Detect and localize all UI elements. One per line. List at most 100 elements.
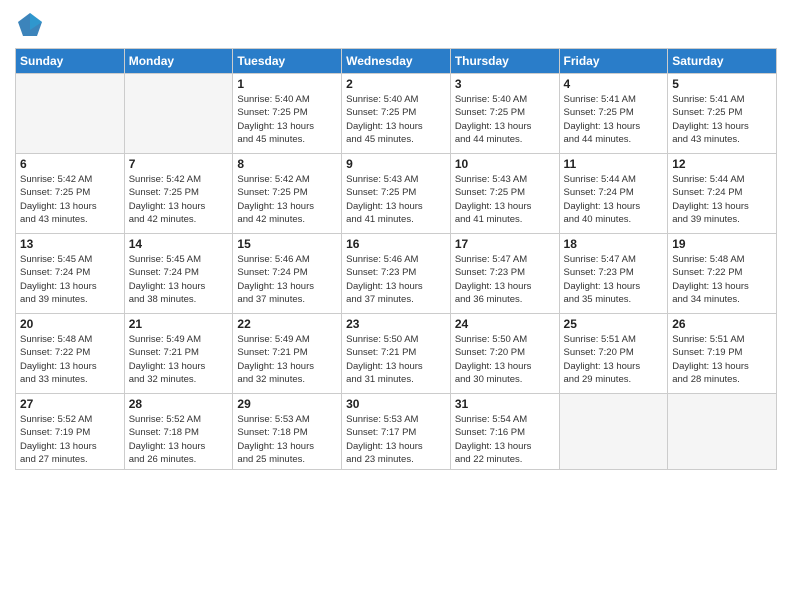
cell-info: Sunrise: 5:40 AM Sunset: 7:25 PM Dayligh…	[237, 93, 337, 146]
day-number: 2	[346, 77, 446, 91]
calendar-cell: 7 Sunrise: 5:42 AM Sunset: 7:25 PM Daylig…	[124, 154, 233, 234]
calendar-cell: 16 Sunrise: 5:46 AM Sunset: 7:23 PM Dayli…	[342, 234, 451, 314]
calendar-cell: 23Sunrise: 5:50 AM Sunset: 7:21 PM Dayli…	[342, 314, 451, 394]
day-number: 11	[564, 157, 664, 171]
day-number: 28	[129, 397, 229, 411]
weekday-header: Tuesday	[233, 49, 342, 74]
cell-info: Sunrise: 5:45 AM Sunset: 7:24 PM Dayligh…	[129, 253, 229, 306]
calendar-cell: 24 Sunrise: 5:50 AM Sunset: 7:20 PM Dayli…	[450, 314, 559, 394]
calendar-cell: 15 Sunrise: 5:46 AM Sunset: 7:24 PM Dayli…	[233, 234, 342, 314]
calendar-cell: 1 Sunrise: 5:40 AM Sunset: 7:25 PM Daylig…	[233, 74, 342, 154]
cell-info: Sunrise: 5:46 AM Sunset: 7:24 PM Dayligh…	[237, 253, 337, 306]
day-number: 19	[672, 237, 772, 251]
calendar: SundayMondayTuesdayWednesdayThursdayFrid…	[15, 48, 777, 470]
day-number: 15	[237, 237, 337, 251]
cell-info: Sunrise: 5:48 AM Sunset: 7:22 PM Dayligh…	[672, 253, 772, 306]
day-number: 30	[346, 397, 446, 411]
calendar-cell: 18 Sunrise: 5:47 AM Sunset: 7:23 PM Dayli…	[559, 234, 668, 314]
weekday-header: Friday	[559, 49, 668, 74]
weekday-header: Wednesday	[342, 49, 451, 74]
calendar-cell	[668, 394, 777, 470]
cell-info: Sunrise: 5:49 AM Sunset: 7:21 PM Dayligh…	[129, 333, 229, 386]
cell-info: Sunrise: 5:45 AM Sunset: 7:24 PM Dayligh…	[20, 253, 120, 306]
calendar-week-row: 6 Sunrise: 5:42 AM Sunset: 7:25 PM Daylig…	[16, 154, 777, 234]
cell-info: Sunrise: 5:53 AM Sunset: 7:18 PM Dayligh…	[237, 413, 337, 466]
cell-info: Sunrise: 5:40 AM Sunset: 7:25 PM Dayligh…	[346, 93, 446, 146]
logo	[15, 10, 49, 40]
calendar-cell	[559, 394, 668, 470]
calendar-cell: 14 Sunrise: 5:45 AM Sunset: 7:24 PM Dayli…	[124, 234, 233, 314]
calendar-cell: 6 Sunrise: 5:42 AM Sunset: 7:25 PM Daylig…	[16, 154, 125, 234]
day-number: 13	[20, 237, 120, 251]
day-number: 5	[672, 77, 772, 91]
cell-info: Sunrise: 5:47 AM Sunset: 7:23 PM Dayligh…	[455, 253, 555, 306]
day-number: 26	[672, 317, 772, 331]
day-number: 4	[564, 77, 664, 91]
day-number: 22	[237, 317, 337, 331]
calendar-week-row: 20Sunrise: 5:48 AM Sunset: 7:22 PM Dayli…	[16, 314, 777, 394]
day-number: 20	[20, 317, 120, 331]
calendar-cell: 26 Sunrise: 5:51 AM Sunset: 7:19 PM Dayli…	[668, 314, 777, 394]
calendar-week-row: 1 Sunrise: 5:40 AM Sunset: 7:25 PM Daylig…	[16, 74, 777, 154]
day-number: 24	[455, 317, 555, 331]
logo-icon	[15, 10, 45, 40]
calendar-cell: 8Sunrise: 5:42 AM Sunset: 7:25 PM Daylig…	[233, 154, 342, 234]
calendar-cell: 29 Sunrise: 5:53 AM Sunset: 7:18 PM Dayli…	[233, 394, 342, 470]
day-number: 21	[129, 317, 229, 331]
day-number: 6	[20, 157, 120, 171]
day-number: 8	[237, 157, 337, 171]
cell-info: Sunrise: 5:43 AM Sunset: 7:25 PM Dayligh…	[455, 173, 555, 226]
cell-info: Sunrise: 5:52 AM Sunset: 7:18 PM Dayligh…	[129, 413, 229, 466]
day-number: 27	[20, 397, 120, 411]
calendar-cell: 30 Sunrise: 5:53 AM Sunset: 7:17 PM Dayli…	[342, 394, 451, 470]
cell-info: Sunrise: 5:41 AM Sunset: 7:25 PM Dayligh…	[564, 93, 664, 146]
cell-info: Sunrise: 5:44 AM Sunset: 7:24 PM Dayligh…	[672, 173, 772, 226]
day-number: 7	[129, 157, 229, 171]
calendar-cell: 25 Sunrise: 5:51 AM Sunset: 7:20 PM Dayli…	[559, 314, 668, 394]
cell-info: Sunrise: 5:53 AM Sunset: 7:17 PM Dayligh…	[346, 413, 446, 466]
calendar-cell: 20Sunrise: 5:48 AM Sunset: 7:22 PM Dayli…	[16, 314, 125, 394]
cell-info: Sunrise: 5:47 AM Sunset: 7:23 PM Dayligh…	[564, 253, 664, 306]
weekday-header-row: SundayMondayTuesdayWednesdayThursdayFrid…	[16, 49, 777, 74]
weekday-header: Monday	[124, 49, 233, 74]
calendar-cell: 27 Sunrise: 5:52 AM Sunset: 7:19 PM Dayli…	[16, 394, 125, 470]
weekday-header: Sunday	[16, 49, 125, 74]
day-number: 18	[564, 237, 664, 251]
cell-info: Sunrise: 5:54 AM Sunset: 7:16 PM Dayligh…	[455, 413, 555, 466]
day-number: 3	[455, 77, 555, 91]
calendar-cell: 2 Sunrise: 5:40 AM Sunset: 7:25 PM Daylig…	[342, 74, 451, 154]
day-number: 10	[455, 157, 555, 171]
cell-info: Sunrise: 5:43 AM Sunset: 7:25 PM Dayligh…	[346, 173, 446, 226]
cell-info: Sunrise: 5:41 AM Sunset: 7:25 PM Dayligh…	[672, 93, 772, 146]
day-number: 31	[455, 397, 555, 411]
cell-info: Sunrise: 5:50 AM Sunset: 7:20 PM Dayligh…	[455, 333, 555, 386]
cell-info: Sunrise: 5:40 AM Sunset: 7:25 PM Dayligh…	[455, 93, 555, 146]
cell-info: Sunrise: 5:51 AM Sunset: 7:20 PM Dayligh…	[564, 333, 664, 386]
cell-info: Sunrise: 5:42 AM Sunset: 7:25 PM Dayligh…	[20, 173, 120, 226]
day-number: 14	[129, 237, 229, 251]
day-number: 16	[346, 237, 446, 251]
cell-info: Sunrise: 5:52 AM Sunset: 7:19 PM Dayligh…	[20, 413, 120, 466]
cell-info: Sunrise: 5:51 AM Sunset: 7:19 PM Dayligh…	[672, 333, 772, 386]
cell-info: Sunrise: 5:44 AM Sunset: 7:24 PM Dayligh…	[564, 173, 664, 226]
page: SundayMondayTuesdayWednesdayThursdayFrid…	[0, 0, 792, 612]
calendar-week-row: 27 Sunrise: 5:52 AM Sunset: 7:19 PM Dayli…	[16, 394, 777, 470]
calendar-cell: 5 Sunrise: 5:41 AM Sunset: 7:25 PM Daylig…	[668, 74, 777, 154]
day-number: 1	[237, 77, 337, 91]
cell-info: Sunrise: 5:46 AM Sunset: 7:23 PM Dayligh…	[346, 253, 446, 306]
calendar-cell: 13 Sunrise: 5:45 AM Sunset: 7:24 PM Dayli…	[16, 234, 125, 314]
day-number: 29	[237, 397, 337, 411]
weekday-header: Thursday	[450, 49, 559, 74]
calendar-cell: 3 Sunrise: 5:40 AM Sunset: 7:25 PM Daylig…	[450, 74, 559, 154]
header	[15, 10, 777, 40]
calendar-cell: 11 Sunrise: 5:44 AM Sunset: 7:24 PM Dayli…	[559, 154, 668, 234]
calendar-cell: 19 Sunrise: 5:48 AM Sunset: 7:22 PM Dayli…	[668, 234, 777, 314]
calendar-cell: 9Sunrise: 5:43 AM Sunset: 7:25 PM Daylig…	[342, 154, 451, 234]
weekday-header: Saturday	[668, 49, 777, 74]
cell-info: Sunrise: 5:50 AM Sunset: 7:21 PM Dayligh…	[346, 333, 446, 386]
calendar-cell: 21 Sunrise: 5:49 AM Sunset: 7:21 PM Dayli…	[124, 314, 233, 394]
day-number: 25	[564, 317, 664, 331]
cell-info: Sunrise: 5:42 AM Sunset: 7:25 PM Dayligh…	[129, 173, 229, 226]
calendar-week-row: 13 Sunrise: 5:45 AM Sunset: 7:24 PM Dayli…	[16, 234, 777, 314]
day-number: 12	[672, 157, 772, 171]
